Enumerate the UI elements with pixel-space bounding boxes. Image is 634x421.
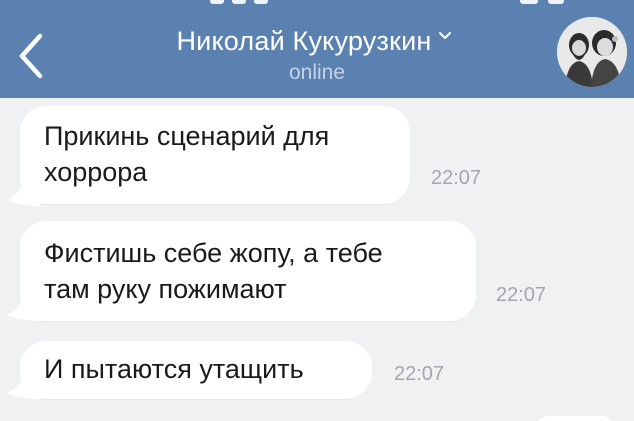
message-bubble[interactable]: Фистишь себе жопу, а тебе там руку пожим…: [20, 221, 476, 321]
message-bubble[interactable]: Прикинь сценарий для хоррора: [20, 106, 410, 204]
chevron-down-icon[interactable]: [438, 31, 452, 41]
avatar-image: [557, 17, 627, 87]
message-time: 22:07: [496, 284, 547, 306]
message-text: И пытаются утащить: [44, 354, 304, 384]
message-list[interactable]: Прикинь сценарий для хоррора 22:07 Фисти…: [0, 98, 634, 421]
message-time: 22:07: [431, 167, 482, 189]
status-bar: [0, 0, 634, 8]
chat-header: Николай Кукурузкин online: [0, 0, 634, 98]
chat-title[interactable]: Николай Кукурузкин online: [0, 24, 634, 86]
message-bubble[interactable]: И пытаются утащить: [20, 341, 372, 399]
presence-status: online: [288, 61, 346, 84]
contact-name[interactable]: Николай Кукурузкин: [176, 24, 431, 58]
message-text: Фистишь себе жопу, а тебе там руку пожим…: [44, 238, 383, 304]
avatar[interactable]: [557, 17, 627, 87]
status-icon: [548, 0, 564, 4]
bubble-tail: [6, 293, 40, 321]
wifi-icon: [520, 0, 538, 4]
signal-indicator: [232, 0, 246, 4]
message-bubble-partial: [535, 416, 615, 421]
chat-screen: Николай Кукурузкин online Прикинь сценар…: [0, 0, 634, 421]
signal-indicator: [210, 0, 224, 4]
bubble-tail: [6, 371, 40, 399]
message-text: Прикинь сценарий для хоррора: [44, 121, 330, 187]
signal-indicator: [254, 0, 268, 4]
bubble-tail: [6, 178, 40, 206]
message-time: 22:07: [394, 363, 445, 385]
